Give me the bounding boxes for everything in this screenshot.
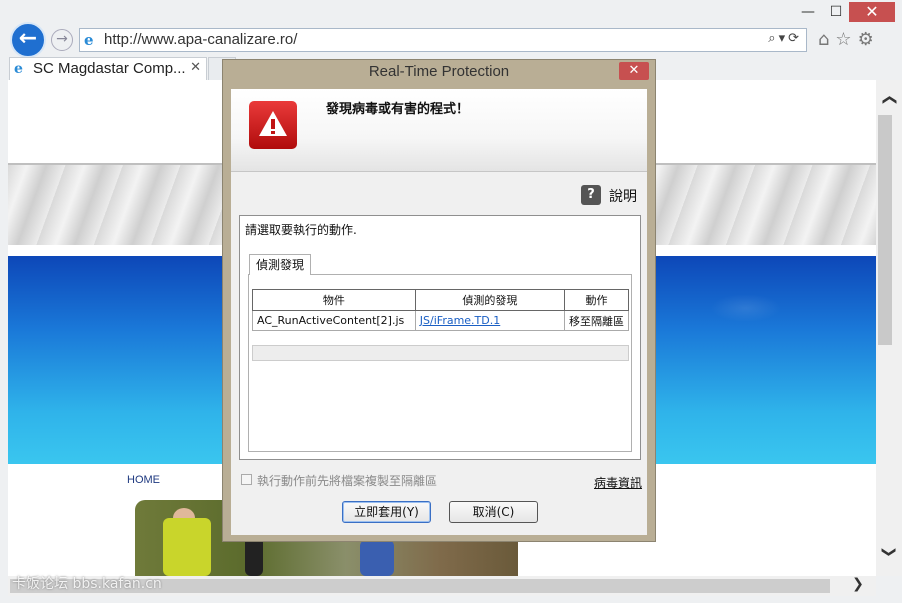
worker-vest [163,518,211,576]
forward-button[interactable]: → [51,29,73,51]
tab-close-icon[interactable]: ✕ [190,60,201,75]
home-favorites-settings-icons[interactable]: ⌂☆⚙ [818,29,880,50]
virus-info-link[interactable]: 病毒資訊 [594,474,642,491]
address-tools-icons[interactable]: ⌕▾⟳ [768,31,802,46]
minimize-button[interactable]: — [793,2,823,22]
action-panel: 請選取要執行的動作. 偵測發現 物件 偵測的發現 動作 AC_RunActive… [239,215,641,460]
copy-to-quarantine-checkbox[interactable] [241,474,252,485]
help-link[interactable]: 說明 [609,186,637,206]
url-text[interactable]: http://www.apa-canalizare.ro/ [104,31,297,48]
scroll-up-icon[interactable]: ❯ [876,92,902,110]
cell-action[interactable]: 移至隔離區 [564,310,629,331]
tab-detections[interactable]: 偵測發現 [249,254,312,275]
forward-arrow-icon: → [56,31,68,47]
apply-now-button[interactable]: 立即套用(Y) [342,501,431,523]
dialog-body: 發現病毒或有害的程式！ ? 說明 請選取要執行的動作. 偵測發現 物件 偵測的發… [231,89,647,535]
cancel-button[interactable]: 取消(C) [449,501,538,523]
dialog-header: 發現病毒或有害的程式！ [231,89,647,172]
ie-logo-icon: e [84,31,94,49]
help-icon[interactable]: ? [581,185,601,205]
tab-title: SC Magdastar Comp... [33,60,186,77]
nav-home-link[interactable]: HOME [127,474,160,486]
detections-tab-panel: 物件 偵測的發現 動作 AC_RunActiveContent[2].js JS… [248,274,632,452]
dialog-title: Real-Time Protection [368,63,510,80]
detections-table: 物件 偵測的發現 動作 AC_RunActiveContent[2].js JS… [252,289,629,331]
column-header-action[interactable]: 動作 [564,289,629,311]
table-header-row: 物件 偵測的發現 動作 [252,289,629,311]
copy-to-quarantine-label: 執行動作前先將檔案複製至隔離區 [257,474,438,488]
address-bar[interactable]: e http://www.apa-canalizare.ro/ ⌕▾⟳ [79,28,807,52]
browser-tab[interactable]: e SC Magdastar Comp... ✕ [9,57,207,80]
realtime-protection-dialog: Real-Time Protection ✕ 發現病毒或有害的程式！ ? 說明 … [222,59,656,542]
vertical-scroll-thumb[interactable] [878,115,892,345]
scroll-down-icon[interactable]: ❯ [876,544,902,562]
window-close-button[interactable]: ✕ [849,2,895,22]
dialog-close-button[interactable]: ✕ [619,62,649,80]
scroll-right-icon[interactable]: ❯ [848,576,868,596]
cell-finding-link[interactable]: JS/iFrame.TD.1 [414,310,566,331]
column-header-finding[interactable]: 偵測的發現 [414,289,566,311]
table-row[interactable]: AC_RunActiveContent[2].js JS/iFrame.TD.1… [252,310,629,331]
forum-watermark: 卡饭论坛 bbs.kafan.cn [12,576,162,592]
threat-headline: 發現病毒或有害的程式！ [326,102,470,117]
worker-blue [360,540,394,576]
action-prompt: 請選取要執行的動作. [245,223,357,237]
cell-object: AC_RunActiveContent[2].js [252,310,416,331]
vertical-scrollbar[interactable]: ❯ ❯ [876,80,902,576]
back-arrow-icon: ← [18,26,38,51]
column-header-object[interactable]: 物件 [252,289,416,311]
back-button[interactable]: ← [10,22,46,58]
warning-icon [249,101,297,149]
tab-favicon-icon: e [14,61,23,77]
table-empty-row [252,345,629,361]
maximize-button[interactable]: ☐ [823,2,849,22]
